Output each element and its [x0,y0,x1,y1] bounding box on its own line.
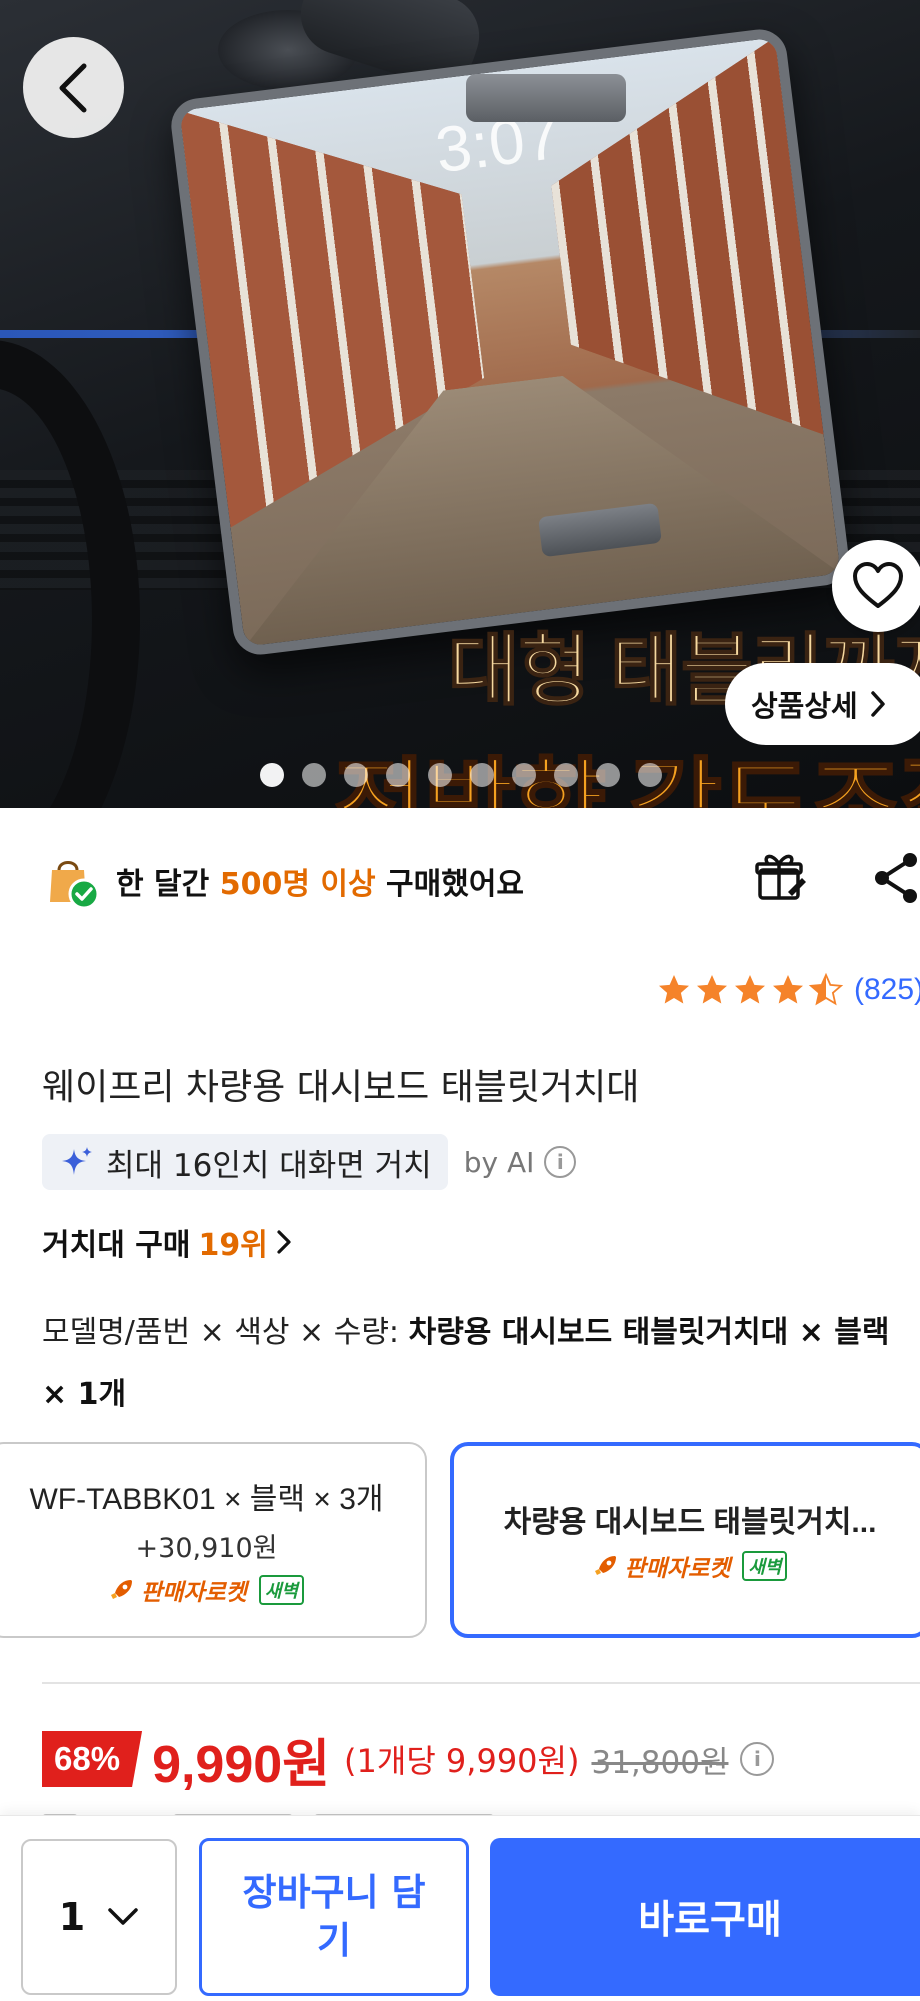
product-detail-button[interactable]: 상품상세 [725,663,920,745]
product-detail-label: 상품상세 [751,689,858,723]
option-price-delta: +30,910원 [135,1532,278,1564]
chevron-right-icon [870,691,885,717]
gift-icon[interactable] [752,848,808,904]
option-name: WF-TABBK01 × 블랙 × 3개 [29,1482,384,1516]
carousel-dot[interactable] [386,763,410,787]
carousel-dot[interactable] [302,763,326,787]
carousel-dot[interactable] [512,763,536,787]
bottom-action-bar: 1 장바구니 담기 바로구매 [0,1815,920,2001]
rank-category: 거치대 구매 [42,1228,191,1263]
delivery-label: 판매자로켓 [624,1556,731,1582]
purchase-stats-prefix: 한 달간 [116,867,210,902]
info-icon[interactable]: i [740,1742,775,1776]
sale-price: 9,990원 [152,1735,331,1794]
star-full-icon [773,975,803,1004]
delivery-badge-row: 판매자로켓 새벽 [593,1549,788,1583]
by-ai-label[interactable]: by AI i [464,1146,577,1179]
chevron-down-icon [108,1908,138,1925]
info-icon[interactable]: i [544,1146,577,1178]
rocket-icon [111,1579,133,1599]
wishlist-button[interactable] [832,540,920,632]
purchase-stats-text: 한 달간 500명 이상 구매했어요 [116,859,524,903]
carousel-dot[interactable] [344,763,368,787]
share-icon[interactable] [868,850,920,906]
selected-option-description: 모델명/품번 × 색상 × 수량: 차량용 대시보드 태블릿거치대 × 블랙 ×… [42,1302,892,1426]
purchase-stats-suffix: 구매했어요 [386,867,525,902]
ai-summary-row: 최대 16인치 대화면 거치 by AI i [42,1134,577,1190]
option-card[interactable]: WF-TABBK01 × 블랙 × 3개 +30,910원 판매자로켓 새벽 [0,1442,427,1638]
carousel-dot[interactable] [470,763,494,787]
buy-now-button[interactable]: 바로구매 [490,1838,920,1996]
quantity-select[interactable]: 1 [21,1839,177,1995]
price-row: 68% 9,990원 (1개당 9,990원) 31,800원 i [42,1728,775,1794]
add-to-cart-button[interactable]: 장바구니 담기 [199,1838,469,1996]
carousel-dot[interactable] [596,763,620,787]
star-full-icon [735,975,765,1004]
rocket-icon [594,1556,616,1575]
original-price: 31,800원 [591,1744,729,1781]
review-count[interactable]: (825) [854,973,920,1007]
chevron-right-icon [277,1230,291,1254]
carousel-dot[interactable] [260,763,284,787]
carousel-dot[interactable] [638,763,662,787]
star-full-icon [697,975,727,1004]
steering-wheel [0,340,140,808]
buy-now-label: 바로구매 [638,1898,782,1943]
by-ai-text: by AI [463,1145,535,1179]
star-full-icon [659,975,689,1004]
delivery-badge-row: 판매자로켓 새벽 [109,1573,304,1607]
purchase-stats-highlight: 500명 이상 [219,867,376,902]
category-rank-link[interactable]: 거치대 구매 19위 [42,1220,292,1264]
rank-number: 19위 [198,1228,268,1263]
section-divider [42,1682,920,1684]
unit-price: (1개당 9,990원) [344,1742,580,1780]
ai-summary-chip: 최대 16인치 대화면 거치 [42,1134,448,1190]
purchase-stats-row: 한 달간 500명 이상 구매했어요 [42,848,920,914]
shopping-bag-check-icon [42,852,100,910]
star-half-icon [808,972,844,1006]
chevron-left-icon [59,63,86,112]
ai-summary-text: 최대 16인치 대화면 거치 [106,1147,432,1184]
delivery-label: 판매자로켓 [141,1579,247,1606]
product-title: 웨이프리 차량용 대시보드 태블릿거치대 [42,1067,640,1108]
carousel-dot[interactable] [554,763,578,787]
option-card-selected[interactable]: 차량용 대시보드 태블릿거치... 판매자로켓 새벽 [450,1442,920,1638]
add-to-cart-label: 장바구니 담기 [242,1871,426,1962]
discount-badge: 68% [42,1731,143,1787]
dawn-delivery-badge: 새벽 [742,1551,788,1581]
dawn-delivery-badge: 새벽 [258,1574,304,1605]
back-button[interactable] [23,37,124,138]
carousel-indicator [260,763,662,787]
sparkle-icon [62,1147,92,1175]
heart-icon [853,562,903,608]
option-label: 모델명/품번 × 색상 × 수량: [42,1315,400,1350]
mount-top-clip [466,74,626,122]
rating-summary[interactable]: (825) [656,972,920,1008]
quantity-value: 1 [58,1895,86,1939]
option-name: 차량용 대시보드 태블릿거치... [503,1506,877,1539]
product-image-carousel[interactable]: 3:07 대형 태블리까지 전방향 각도조절 상품상세 [0,0,920,808]
carousel-dot[interactable] [428,763,452,787]
